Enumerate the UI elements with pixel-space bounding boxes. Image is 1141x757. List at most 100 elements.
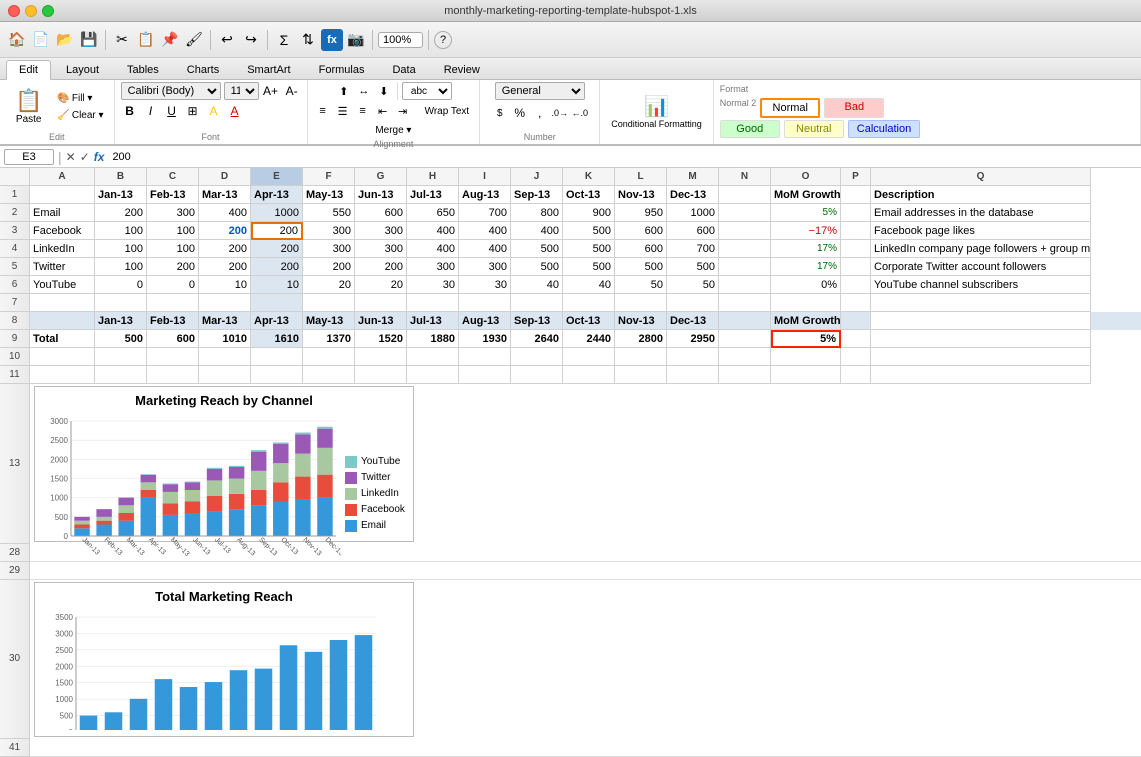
cell-h1[interactable]: Jul-13 xyxy=(407,186,459,204)
cell-h4[interactable]: 400 xyxy=(407,240,459,258)
row-header-6[interactable]: 6 xyxy=(0,276,30,294)
maximize-button[interactable] xyxy=(42,5,54,17)
cell-p4[interactable] xyxy=(841,240,871,258)
text-direction-select[interactable]: abc xyxy=(402,82,452,100)
cell-e8[interactable]: Apr-13 xyxy=(251,312,303,330)
cell-o6[interactable]: 0% xyxy=(771,276,841,294)
format-good-box[interactable]: Good xyxy=(720,120,780,138)
cell-i4[interactable]: 400 xyxy=(459,240,511,258)
cell-q5[interactable]: Corporate Twitter account followers xyxy=(871,258,1091,276)
cell-k5[interactable]: 500 xyxy=(563,258,615,276)
cell-c3[interactable]: 100 xyxy=(147,222,199,240)
cell-m3[interactable]: 600 xyxy=(667,222,719,240)
cell-q6[interactable]: YouTube channel subscribers xyxy=(871,276,1091,294)
cell-o2[interactable]: 5% xyxy=(771,204,841,222)
cell-n6[interactable] xyxy=(719,276,771,294)
row-header-3[interactable]: 3 xyxy=(0,222,30,240)
cell-b1[interactable]: Jan-13 xyxy=(95,186,147,204)
tab-edit[interactable]: Edit xyxy=(6,60,51,80)
cell-k3[interactable]: 500 xyxy=(563,222,615,240)
cell-l9[interactable]: 2800 xyxy=(615,330,667,348)
save-icon[interactable]: 💾 xyxy=(78,29,100,51)
cell-n8[interactable] xyxy=(719,312,771,330)
cell-j8[interactable]: Sep-13 xyxy=(511,312,563,330)
cell-o3[interactable]: −17% xyxy=(771,222,841,240)
cell-a8[interactable] xyxy=(30,312,95,330)
cell-m9[interactable]: 2950 xyxy=(667,330,719,348)
cell-b3[interactable]: 100 xyxy=(95,222,147,240)
row-header-5[interactable]: 5 xyxy=(0,258,30,276)
align-center-button[interactable]: ☰ xyxy=(334,102,352,120)
cell-h5[interactable]: 300 xyxy=(407,258,459,276)
cell-p2[interactable] xyxy=(841,204,871,222)
cell-n9[interactable] xyxy=(719,330,771,348)
cell-n2[interactable] xyxy=(719,204,771,222)
cell-g6[interactable]: 20 xyxy=(355,276,407,294)
cell-j2[interactable]: 800 xyxy=(511,204,563,222)
cell-l5[interactable]: 500 xyxy=(615,258,667,276)
cell-o5[interactable]: 17% xyxy=(771,258,841,276)
cell-i1[interactable]: Aug-13 xyxy=(459,186,511,204)
cell-j3[interactable]: 400 xyxy=(511,222,563,240)
align-middle-button[interactable]: ↔ xyxy=(355,82,373,100)
cell-j9[interactable]: 2640 xyxy=(511,330,563,348)
home-icon[interactable]: 🏠 xyxy=(6,29,28,51)
cell-e4[interactable]: 200 xyxy=(251,240,303,258)
bold-button[interactable]: B xyxy=(121,102,139,120)
cell-m5[interactable]: 500 xyxy=(667,258,719,276)
col-header-i[interactable]: I xyxy=(459,168,511,186)
cell-d6[interactable]: 10 xyxy=(199,276,251,294)
cell-f4[interactable]: 300 xyxy=(303,240,355,258)
cell-e1[interactable]: Apr-13 xyxy=(251,186,303,204)
redo-icon[interactable]: ↪ xyxy=(240,29,262,51)
cell-g9[interactable]: 1520 xyxy=(355,330,407,348)
cell-c8[interactable]: Feb-13 xyxy=(147,312,199,330)
cell-g1[interactable]: Jun-13 xyxy=(355,186,407,204)
tab-tables[interactable]: Tables xyxy=(114,60,172,79)
percent-button[interactable]: % xyxy=(511,104,529,122)
cell-c4[interactable]: 100 xyxy=(147,240,199,258)
cell-o1[interactable]: MoM Growth xyxy=(771,186,841,204)
tab-data[interactable]: Data xyxy=(379,60,428,79)
col-header-o[interactable]: O xyxy=(771,168,841,186)
cell-g5[interactable]: 200 xyxy=(355,258,407,276)
cell-p5[interactable] xyxy=(841,258,871,276)
tab-smartart[interactable]: SmartArt xyxy=(234,60,303,79)
cell-g2[interactable]: 600 xyxy=(355,204,407,222)
cell-p3[interactable] xyxy=(841,222,871,240)
row-header-7[interactable]: 7 xyxy=(0,294,30,312)
cell-f1[interactable]: May-13 xyxy=(303,186,355,204)
cell-n5[interactable] xyxy=(719,258,771,276)
format-painter-icon[interactable]: 🖌 xyxy=(183,29,205,51)
cell-d2[interactable]: 400 xyxy=(199,204,251,222)
cell-d5[interactable]: 200 xyxy=(199,258,251,276)
cell-o4[interactable]: 17% xyxy=(771,240,841,258)
cell-b4[interactable]: 100 xyxy=(95,240,147,258)
cell-p6[interactable] xyxy=(841,276,871,294)
underline-button[interactable]: U xyxy=(163,102,181,120)
cell-h9[interactable]: 1880 xyxy=(407,330,459,348)
cell-f2[interactable]: 550 xyxy=(303,204,355,222)
cell-j5[interactable]: 500 xyxy=(511,258,563,276)
cell-g8[interactable]: Jun-13 xyxy=(355,312,407,330)
cell-i2[interactable]: 700 xyxy=(459,204,511,222)
cell-q1[interactable]: Description xyxy=(871,186,1091,204)
highlight-button[interactable]: A xyxy=(205,102,223,120)
cell-e3[interactable]: 200 xyxy=(251,222,303,240)
format-bad-box[interactable]: Bad xyxy=(824,98,884,118)
cell-j4[interactable]: 500 xyxy=(511,240,563,258)
sort-icon[interactable]: ⇅ xyxy=(297,29,319,51)
cell-f9[interactable]: 1370 xyxy=(303,330,355,348)
row-header-8[interactable]: 8 xyxy=(0,312,30,330)
copy-icon[interactable]: 📋 xyxy=(135,29,157,51)
open-icon[interactable]: 📂 xyxy=(54,29,76,51)
cell-n1[interactable] xyxy=(719,186,771,204)
col-header-d[interactable]: D xyxy=(199,168,251,186)
paste-icon[interactable]: 📌 xyxy=(159,29,181,51)
minimize-button[interactable] xyxy=(25,5,37,17)
cell-m6[interactable]: 50 xyxy=(667,276,719,294)
align-left-button[interactable]: ≡ xyxy=(314,102,332,120)
cell-k4[interactable]: 500 xyxy=(563,240,615,258)
format-neutral-box[interactable]: Neutral xyxy=(784,120,844,138)
increase-indent-button[interactable]: ⇥ xyxy=(394,102,412,120)
